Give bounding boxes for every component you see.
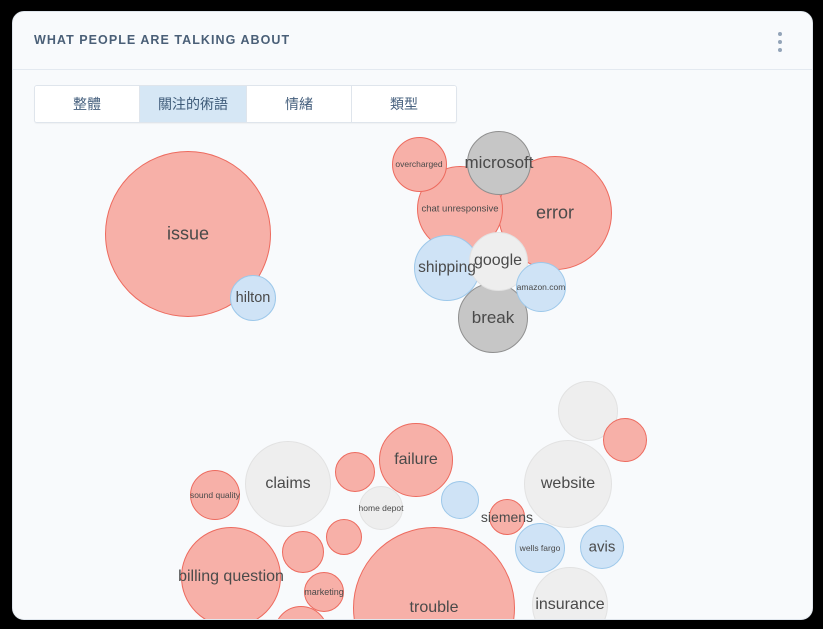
bubble-siemens[interactable] bbox=[489, 499, 525, 535]
kebab-dot-3 bbox=[778, 48, 782, 52]
bubble-billing-question[interactable] bbox=[181, 527, 281, 619]
kebab-dot-1 bbox=[778, 32, 782, 36]
bubble-claims[interactable] bbox=[245, 441, 331, 527]
bubble-website[interactable] bbox=[524, 440, 612, 528]
card-header: WHAT PEOPLE ARE TALKING ABOUT bbox=[13, 12, 812, 70]
bubble-amazon-com[interactable] bbox=[516, 262, 566, 312]
page-title: WHAT PEOPLE ARE TALKING ABOUT bbox=[34, 33, 291, 47]
bubble-unlabeled-11[interactable] bbox=[603, 418, 647, 462]
kebab-menu-icon[interactable] bbox=[770, 30, 790, 54]
tab-bar: 整體 關注的術語 情緒 類型 bbox=[13, 71, 812, 127]
bubble-unlabeled-23[interactable] bbox=[282, 531, 324, 573]
bubble-overcharged[interactable] bbox=[391, 136, 447, 192]
kebab-dot-2 bbox=[778, 40, 782, 44]
tab-2[interactable]: 情緒 bbox=[247, 86, 352, 122]
bubble-chart: issue overcharged microsoft chat unresponsi… bbox=[13, 127, 812, 619]
bubble-sound-quality[interactable] bbox=[190, 470, 240, 520]
tab-group: 整體 關注的術語 情緒 類型 bbox=[34, 85, 457, 123]
bubble-unlabeled-18[interactable] bbox=[441, 481, 479, 519]
bubble-unlabeled-15[interactable] bbox=[335, 452, 375, 492]
bubble-trouble[interactable] bbox=[353, 527, 515, 619]
screenshot-root: WHAT PEOPLE ARE TALKING ABOUT 整體 關注的術語 情緒類… bbox=[0, 0, 823, 629]
tab-1[interactable]: 關注的術語 bbox=[140, 86, 247, 122]
bubble-marketing[interactable] bbox=[304, 572, 344, 612]
tab-3[interactable]: 類型 bbox=[352, 86, 456, 122]
bubble-wells-fargo[interactable] bbox=[515, 523, 565, 573]
bubble-failure[interactable] bbox=[379, 423, 453, 497]
bubble-home-depot[interactable] bbox=[359, 486, 403, 530]
bubble-hilton[interactable] bbox=[230, 275, 276, 321]
tab-0[interactable]: 整體 bbox=[35, 86, 140, 122]
bubble-unlabeled-24[interactable] bbox=[326, 519, 362, 555]
bubble-insurance[interactable] bbox=[532, 567, 608, 619]
bubble-avis[interactable] bbox=[580, 525, 624, 569]
dashboard-card: WHAT PEOPLE ARE TALKING ABOUT 整體 關注的術語 情緒類… bbox=[12, 11, 813, 620]
bubble-microsoft[interactable] bbox=[467, 131, 531, 195]
